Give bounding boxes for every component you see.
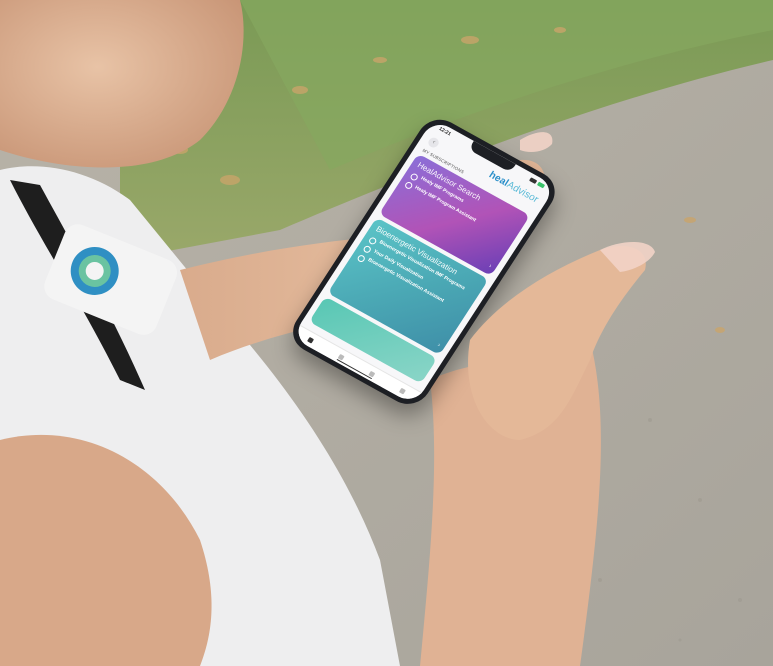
chevron-right-icon: ›	[487, 263, 493, 270]
visualization-icon	[362, 244, 373, 254]
right-forearm	[420, 340, 601, 666]
home-icon[interactable]	[307, 336, 315, 344]
chevron-right-icon: ›	[436, 342, 442, 349]
nav-icon[interactable]	[399, 387, 407, 395]
visualization-icon	[356, 253, 367, 263]
signal-icon	[528, 177, 538, 185]
search-icon	[403, 180, 414, 191]
battery-icon	[536, 181, 546, 189]
search-icon	[409, 171, 420, 182]
photo-scene: 12:21 ‹ healAdvisor MY SUBSCRIPTIONS Hea…	[0, 0, 773, 666]
visualization-icon	[367, 235, 378, 246]
